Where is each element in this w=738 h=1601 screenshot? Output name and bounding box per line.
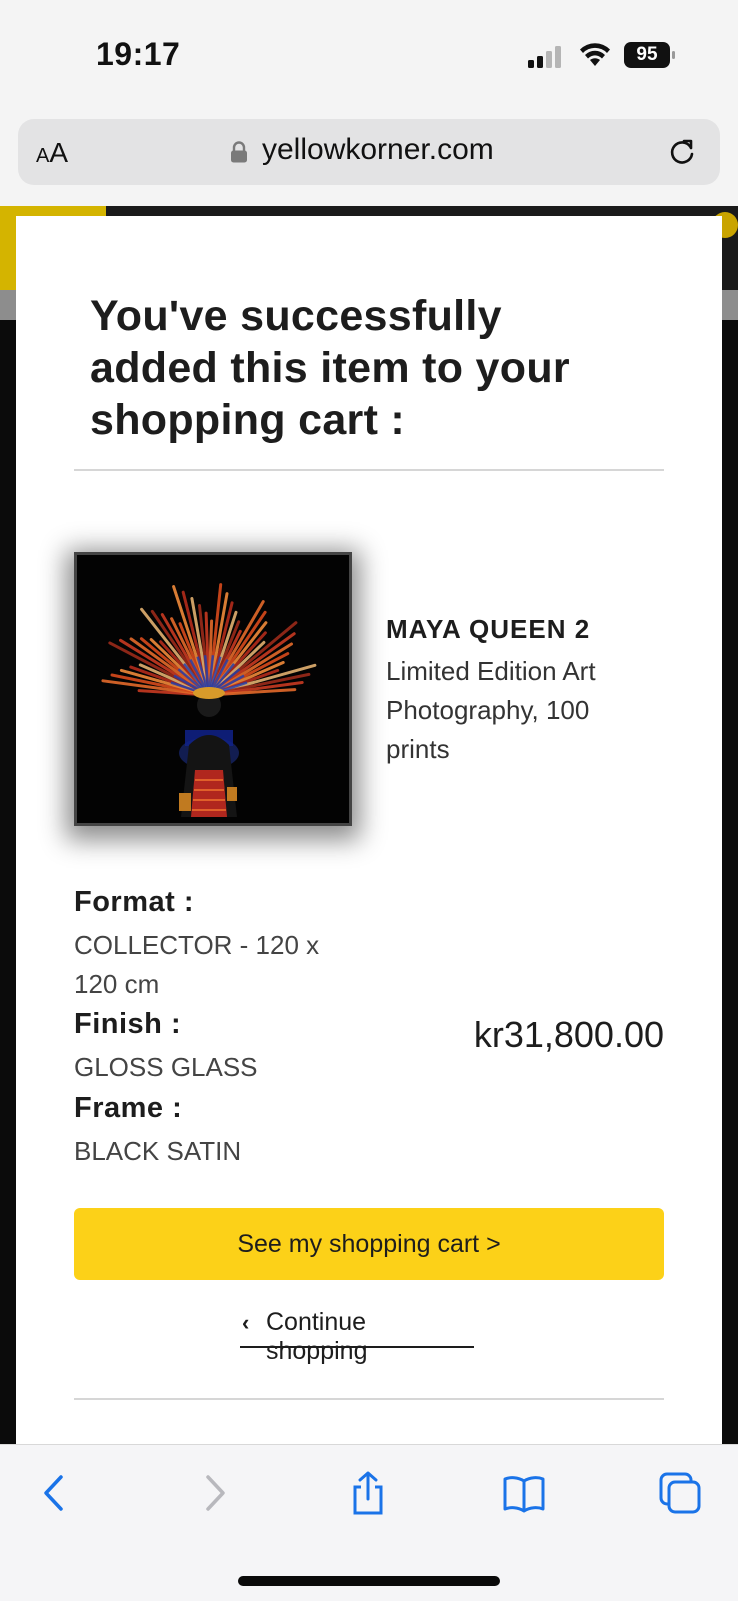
product-price: kr31,800.00 — [473, 1014, 664, 1055]
finish-label: Finish : — [74, 1008, 182, 1040]
cellular-signal-icon — [528, 46, 561, 68]
continue-shopping-label: Continue shopping — [266, 1308, 368, 1365]
product-image[interactable] — [74, 552, 352, 826]
product-description: Limited Edition Art Photography, 100 pri… — [386, 656, 596, 764]
format-value: COLLECTOR - 120 x 120 cm — [74, 930, 320, 999]
url-domain[interactable]: yellowkorner.com — [262, 133, 494, 167]
continue-shopping-link[interactable]: ‹ Continue shopping — [240, 1306, 474, 1365]
status-bar: 19:17 95 — [0, 0, 738, 100]
forward-icon[interactable] — [192, 1471, 236, 1515]
battery-percent: 95 — [636, 44, 658, 65]
share-icon[interactable] — [346, 1471, 390, 1515]
address-bar[interactable]: AA yellowkorner.com — [18, 119, 720, 185]
product-name: MAYA QUEEN 2 — [386, 614, 591, 644]
modal-title: You've successfully added this item to y… — [90, 292, 570, 444]
text-size-button[interactable]: AA — [36, 137, 68, 169]
chevron-left-icon: ‹ — [242, 1310, 250, 1335]
lock-icon — [231, 141, 247, 163]
bookmarks-icon[interactable] — [502, 1471, 546, 1515]
divider — [74, 469, 664, 471]
add-to-cart-modal: You've successfully added this item to y… — [16, 216, 722, 1444]
finish-value: GLOSS GLASS — [74, 1052, 258, 1082]
frame-label: Frame : — [74, 1092, 183, 1124]
see-shopping-cart-button[interactable]: See my shopping cart > — [74, 1208, 664, 1280]
status-time: 19:17 — [96, 36, 181, 72]
format-label: Format : — [74, 886, 194, 918]
battery-indicator: 95 — [624, 42, 676, 68]
home-indicator — [238, 1576, 500, 1586]
reload-icon[interactable] — [666, 136, 698, 168]
back-icon[interactable] — [34, 1471, 78, 1515]
browser-address-area: AA yellowkorner.com — [0, 100, 738, 206]
wifi-icon — [580, 43, 610, 66]
divider — [74, 1398, 664, 1400]
frame-value: BLACK SATIN — [74, 1136, 242, 1166]
tabs-icon[interactable] — [658, 1471, 702, 1515]
